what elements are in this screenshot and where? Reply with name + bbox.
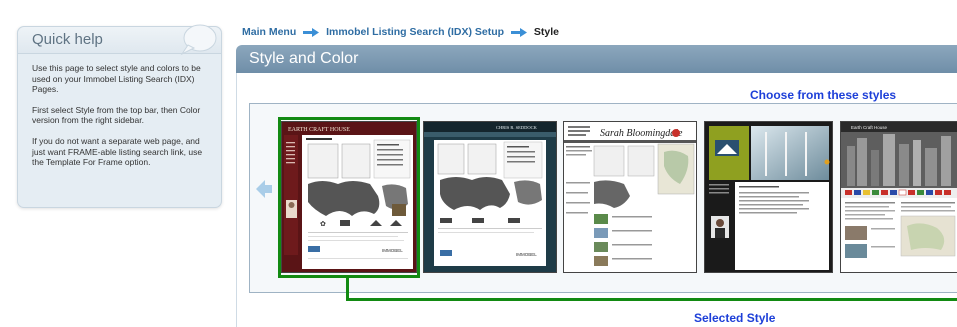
arrow-left-icon[interactable] (256, 177, 272, 201)
quick-help-title: Quick help (32, 31, 103, 48)
quick-help-paragraph: Use this page to select style and colors… (32, 63, 201, 95)
thumbnail-preview: Sarah Bloomingdale (564, 122, 696, 272)
thumbnail-title: Earth Craft House (851, 125, 888, 130)
quick-help-paragraph: First select Style from the top bar, the… (32, 104, 201, 126)
quick-help-body: Use this page to select style and colors… (18, 54, 221, 168)
choose-styles-label: Choose from these styles (750, 88, 897, 102)
thumbnail-title: CHRIS R. SEDDOCK (496, 125, 538, 130)
style-thumbnail-sarah-bloomingdale[interactable]: Sarah Bloomingdale (563, 121, 697, 273)
breadcrumb: Main Menu Immobel Listing Search (IDX) S… (242, 26, 559, 38)
breadcrumb-idx-setup[interactable]: Immobel Listing Search (IDX) Setup (326, 26, 504, 38)
style-thumbnail-earth-craft-city[interactable]: Earth Craft House (840, 121, 957, 273)
thumbnail-footer: IMMOBEL (516, 252, 537, 257)
speech-bubble-icon (180, 24, 217, 56)
section-header: Style and Color (236, 45, 957, 73)
thumbnail-preview: CHRIS R. SEDDOCK IMMOBEL (424, 122, 556, 272)
thumbnail-preview: Earth Craft House (841, 122, 957, 272)
style-thumbnail-modern-green[interactable] (704, 121, 833, 273)
arrow-right-icon (303, 27, 320, 37)
thumbnail-preview (705, 122, 832, 272)
quick-help-paragraph: If you do not want a separate web page, … (32, 135, 203, 168)
thumbnail-title: Sarah Bloomingdale (600, 128, 683, 139)
quick-help-header: Quick help (18, 24, 221, 56)
selected-style-connector (346, 298, 957, 301)
arrow-right-icon (510, 27, 527, 37)
section-title: Style and Color (249, 50, 359, 67)
style-thumbnail-chris-seddock[interactable]: CHRIS R. SEDDOCK IMMOBEL (423, 121, 557, 273)
breadcrumb-main-menu[interactable]: Main Menu (242, 26, 296, 38)
selected-style-frame (278, 117, 420, 278)
breadcrumb-current: Style (533, 26, 559, 38)
selected-style-label: Selected Style (694, 311, 776, 325)
quick-help-panel: Quick help Use this page to select style… (17, 24, 222, 208)
